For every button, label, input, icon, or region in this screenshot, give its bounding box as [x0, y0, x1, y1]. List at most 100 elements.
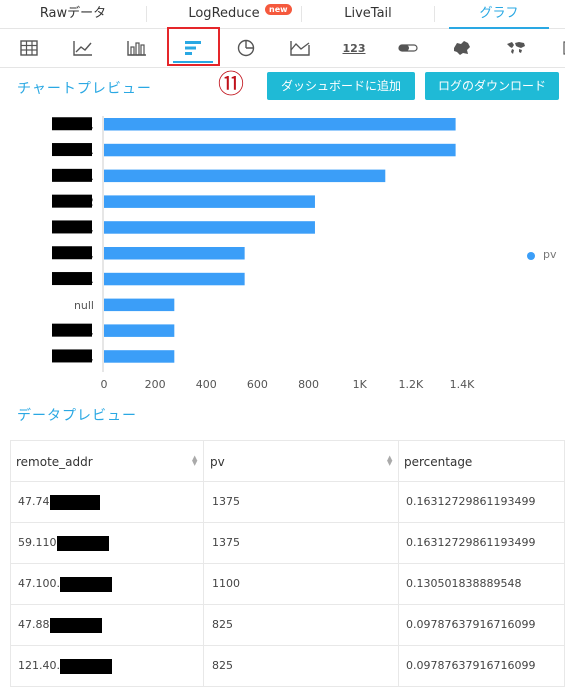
bar	[104, 298, 175, 312]
redaction-block	[52, 349, 92, 363]
tab-label: LiveTail	[344, 6, 392, 21]
legend-label[interactable]: pv	[543, 248, 557, 261]
cell-pv: 1100	[212, 577, 240, 590]
tab-graph[interactable]: グラフ	[435, 0, 563, 29]
x-tick-label: 600	[247, 378, 268, 391]
bar-chart-svg: 47.74.59.110.47.10.47.88.2121.4.149.1.47…	[52, 116, 475, 391]
x-tick-label: 800	[298, 378, 319, 391]
table-icon[interactable]	[14, 35, 44, 61]
pie-chart-icon[interactable]	[231, 35, 261, 61]
redaction-block	[60, 658, 112, 674]
cell-remote-addr: 59.110	[18, 523, 109, 563]
tab-label: グラフ	[479, 6, 519, 21]
redaction-block	[49, 494, 100, 510]
column-chart-icon[interactable]	[122, 35, 152, 61]
redaction-block	[52, 117, 92, 131]
bar	[104, 195, 315, 208]
data-table: remote_addr ▲ ▼ pv ▲ ▼ percentage 47.74 137…	[10, 440, 565, 687]
cell-pv: 1375	[212, 495, 240, 508]
cell-pv: 825	[212, 659, 233, 672]
table-row[interactable]: 59.110 1375 0.16312729861193499	[11, 523, 564, 564]
china-map-icon[interactable]	[447, 35, 477, 61]
bar	[104, 350, 175, 363]
x-tick-label: 1.2K	[398, 378, 423, 391]
column-divider	[203, 564, 204, 604]
chart-preview-title: チャートプレビュー	[17, 81, 152, 97]
cell-remote-addr: 47.74	[18, 482, 100, 522]
cell-percentage: 0.16312729861193499	[406, 495, 536, 508]
single-value-icon[interactable]: 123	[339, 35, 369, 61]
chart-type-toolbar: 123	[0, 29, 565, 68]
legend-marker[interactable]	[527, 252, 535, 260]
x-tick-label: 0	[101, 378, 108, 391]
column-divider	[398, 605, 399, 645]
column-header-remote-addr[interactable]: remote_addr	[16, 441, 93, 481]
cell-pv: 1375	[212, 536, 240, 549]
column-divider	[398, 441, 399, 481]
tab-livetail[interactable]: LiveTail	[302, 0, 434, 28]
column-divider	[398, 646, 399, 686]
sort-icon[interactable]: ▲ ▼	[387, 455, 395, 467]
cell-text: 47.88	[18, 618, 50, 631]
bar	[104, 143, 456, 157]
more-icon[interactable]	[552, 35, 565, 61]
x-tick-label: 400	[196, 378, 217, 391]
area-chart-icon[interactable]	[285, 35, 315, 61]
column-divider	[203, 523, 204, 563]
tab-logreduce[interactable]: LogReduce new	[147, 0, 301, 28]
column-divider	[203, 482, 204, 522]
redaction-block	[52, 272, 92, 286]
tab-raw-data[interactable]: Rawデータ	[0, 0, 146, 28]
download-log-button[interactable]: ログのダウンロード	[425, 72, 559, 100]
column-divider	[398, 523, 399, 563]
y-tick-label: null	[74, 299, 94, 312]
highlight-box	[167, 27, 220, 66]
cell-percentage: 0.09787637916716099	[406, 618, 536, 631]
bar	[104, 272, 245, 286]
bar	[104, 169, 386, 183]
view-tabs: Rawデータ LogReduce new LiveTail グラフ	[0, 0, 565, 29]
column-divider	[203, 605, 204, 645]
add-to-dashboard-button[interactable]: ダッシュボードに追加	[267, 72, 415, 100]
cell-remote-addr: 121.40.	[18, 646, 112, 686]
x-tick-label: 200	[145, 378, 166, 391]
redaction-block	[52, 246, 92, 260]
redaction-block	[60, 576, 112, 592]
new-badge: new	[265, 4, 292, 15]
cell-percentage: 0.09787637916716099	[406, 659, 536, 672]
redaction-block	[52, 143, 92, 157]
line-chart-icon[interactable]	[68, 35, 98, 61]
bar	[104, 247, 245, 260]
x-tick-label: 1.4K	[450, 378, 475, 391]
cell-text: 121.40.	[18, 659, 60, 672]
progress-bar-icon[interactable]	[393, 35, 423, 61]
cell-pv: 825	[212, 618, 233, 631]
cell-text: 47.74	[18, 495, 50, 508]
bar	[104, 221, 315, 234]
table-row[interactable]: 121.40. 825 0.09787637916716099	[11, 646, 564, 687]
data-preview-title: データプレビュー	[17, 408, 137, 424]
bar	[104, 118, 456, 131]
sort-icon[interactable]: ▲ ▼	[192, 455, 200, 467]
table-row[interactable]: 47.88 825 0.09787637916716099	[11, 605, 564, 646]
table-body: 47.74 1375 0.16312729861193499 59.110 1375 0.…	[11, 482, 564, 687]
world-map-icon[interactable]	[501, 35, 531, 61]
bar-chart: 47.74.59.110.47.10.47.88.2121.4.149.1.47…	[0, 112, 565, 402]
redaction-block	[49, 617, 102, 633]
cell-text: 47.100.	[18, 577, 60, 590]
x-tick-label: 1K	[353, 378, 368, 391]
column-divider	[398, 564, 399, 604]
tab-label: Rawデータ	[39, 6, 107, 21]
table-row[interactable]: 47.100. 1100 0.130501838889548	[11, 564, 564, 605]
column-divider	[398, 482, 399, 522]
callout-number: ⑪	[218, 70, 245, 100]
column-header-pv[interactable]: pv	[210, 441, 225, 481]
column-header-percentage[interactable]: percentage	[404, 441, 472, 481]
redaction-block	[52, 220, 92, 234]
redaction-block	[52, 323, 92, 337]
table-row[interactable]: 47.74 1375 0.16312729861193499	[11, 482, 564, 523]
column-divider	[203, 441, 204, 481]
cell-remote-addr: 47.88	[18, 605, 102, 645]
bar	[104, 324, 175, 337]
cell-text: 59.110	[18, 536, 57, 549]
